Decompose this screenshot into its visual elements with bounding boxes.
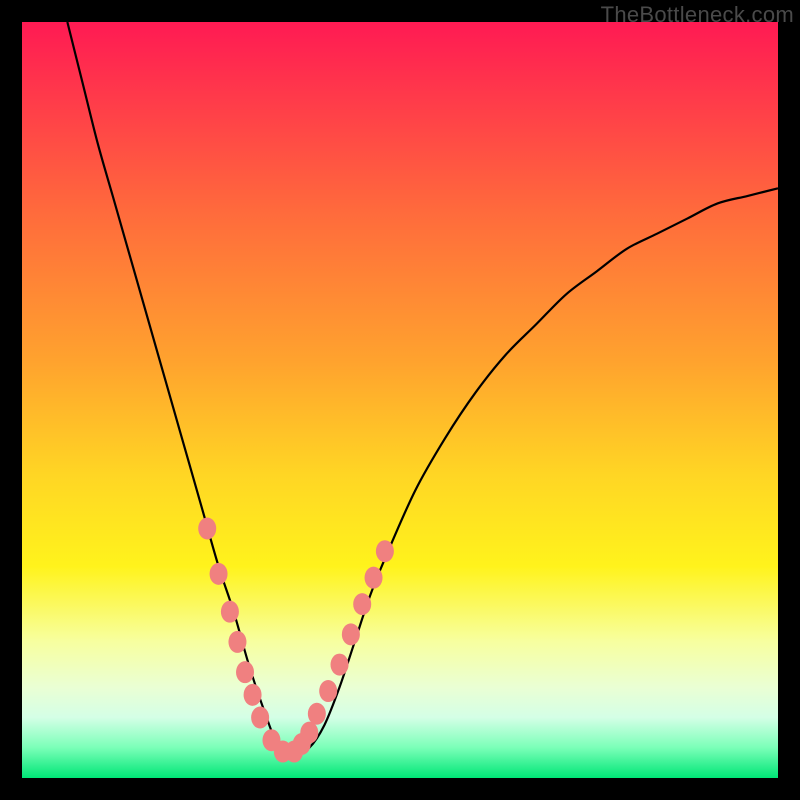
data-marker xyxy=(365,567,383,589)
data-marker xyxy=(210,563,228,585)
data-marker xyxy=(244,684,262,706)
data-marker xyxy=(376,540,394,562)
data-marker xyxy=(353,593,371,615)
bottleneck-curve xyxy=(67,22,778,755)
data-marker xyxy=(228,631,246,653)
data-marker xyxy=(308,703,326,725)
data-marker xyxy=(251,707,269,729)
chart-svg xyxy=(0,0,800,800)
data-marker xyxy=(221,601,239,623)
watermark-text: TheBottleneck.com xyxy=(601,2,794,28)
data-marker xyxy=(342,623,360,645)
data-marker xyxy=(331,654,349,676)
data-marker xyxy=(300,722,318,744)
data-marker xyxy=(319,680,337,702)
data-marker xyxy=(198,518,216,540)
marker-group xyxy=(198,518,394,763)
data-marker xyxy=(236,661,254,683)
